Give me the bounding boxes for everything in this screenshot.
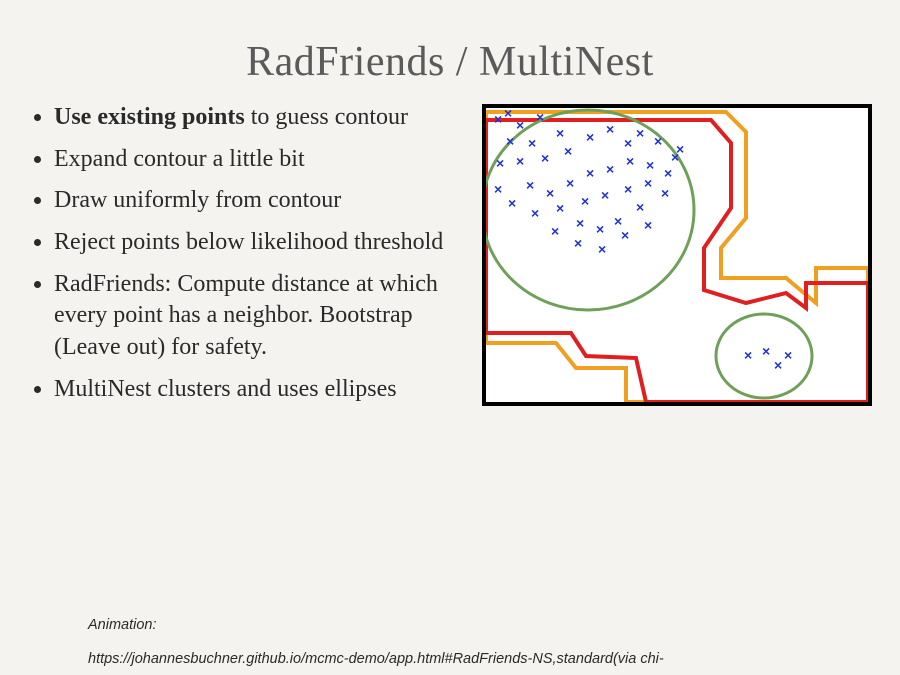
svg-text:×: ×: [556, 125, 564, 141]
bullet-bold: Use existing points: [54, 104, 245, 130]
contour-svg: ××× ××× ××× ××× ××× ××× ××× ××× ××× ××× …: [486, 108, 868, 402]
list-item: MultiNest clusters and uses ellipses: [54, 374, 474, 406]
list-item: Reject points below likelihood threshold: [54, 227, 474, 259]
svg-text:×: ×: [606, 161, 614, 177]
svg-text:×: ×: [762, 343, 770, 359]
svg-text:×: ×: [621, 227, 629, 243]
contour-figure: ××× ××× ××× ××× ××× ××× ××× ××× ××× ××× …: [482, 104, 872, 406]
bullet-list: Use existing points to guess contour Exp…: [28, 102, 482, 415]
slide-body: Use existing points to guess contour Exp…: [0, 86, 900, 415]
svg-text:×: ×: [744, 347, 752, 363]
svg-text:×: ×: [624, 135, 632, 151]
svg-text:×: ×: [574, 235, 582, 251]
footer: Animation: https://johannesbuchner.githu…: [88, 617, 860, 667]
svg-text:×: ×: [516, 153, 524, 169]
animation-label: Animation:: [88, 617, 860, 633]
slide-title: RadFriends / MultiNest: [0, 0, 900, 86]
svg-text:×: ×: [556, 200, 564, 216]
svg-text:×: ×: [541, 150, 549, 166]
svg-text:×: ×: [551, 223, 559, 239]
svg-text:×: ×: [508, 195, 516, 211]
list-item: Use existing points to guess contour: [54, 102, 474, 134]
svg-text:×: ×: [774, 357, 782, 373]
svg-text:×: ×: [531, 205, 539, 221]
svg-text:×: ×: [661, 185, 669, 201]
point-cluster-secondary: × × × ×: [744, 343, 792, 373]
svg-text:×: ×: [586, 165, 594, 181]
svg-text:×: ×: [536, 109, 544, 125]
svg-text:×: ×: [516, 117, 524, 133]
svg-text:×: ×: [566, 175, 574, 191]
bullet-text: MultiNest clusters and uses ellipses: [54, 376, 397, 402]
animation-url: https://johannesbuchner.github.io/mcmc-d…: [88, 651, 808, 667]
bullet-text: RadFriends: Compute distance at which ev…: [54, 271, 438, 360]
svg-text:×: ×: [581, 193, 589, 209]
svg-text:×: ×: [528, 135, 536, 151]
svg-text:×: ×: [546, 185, 554, 201]
svg-text:×: ×: [506, 133, 514, 149]
point-cluster-main: ××× ××× ××× ××× ××× ××× ××× ××× ××× ××× …: [494, 108, 684, 257]
list-item: Draw uniformly from contour: [54, 185, 474, 217]
svg-text:×: ×: [636, 199, 644, 215]
list-item: Expand contour a little bit: [54, 144, 474, 176]
svg-text:×: ×: [601, 187, 609, 203]
bullet-text: to guess contour: [245, 104, 408, 130]
svg-text:×: ×: [494, 181, 502, 197]
svg-text:×: ×: [586, 129, 594, 145]
svg-text:×: ×: [654, 133, 662, 149]
svg-text:×: ×: [526, 177, 534, 193]
svg-text:×: ×: [504, 108, 512, 121]
svg-text:×: ×: [596, 221, 604, 237]
list-item: RadFriends: Compute distance at which ev…: [54, 269, 474, 364]
bullet-text: Reject points below likelihood threshold: [54, 229, 443, 255]
bullet-text: Expand contour a little bit: [54, 146, 305, 172]
slide: RadFriends / MultiNest Use existing poin…: [0, 0, 900, 675]
svg-text:×: ×: [784, 347, 792, 363]
svg-text:×: ×: [644, 175, 652, 191]
svg-text:×: ×: [644, 217, 652, 233]
svg-text:×: ×: [636, 125, 644, 141]
svg-text:×: ×: [576, 215, 584, 231]
svg-text:×: ×: [646, 157, 654, 173]
svg-text:×: ×: [496, 155, 504, 171]
svg-text:×: ×: [598, 241, 606, 257]
svg-text:×: ×: [564, 143, 572, 159]
svg-text:×: ×: [606, 121, 614, 137]
svg-text:×: ×: [624, 181, 632, 197]
bullet-text: Draw uniformly from contour: [54, 187, 341, 213]
svg-text:×: ×: [664, 165, 672, 181]
svg-text:×: ×: [676, 141, 684, 157]
svg-text:×: ×: [626, 153, 634, 169]
svg-text:×: ×: [494, 111, 502, 127]
